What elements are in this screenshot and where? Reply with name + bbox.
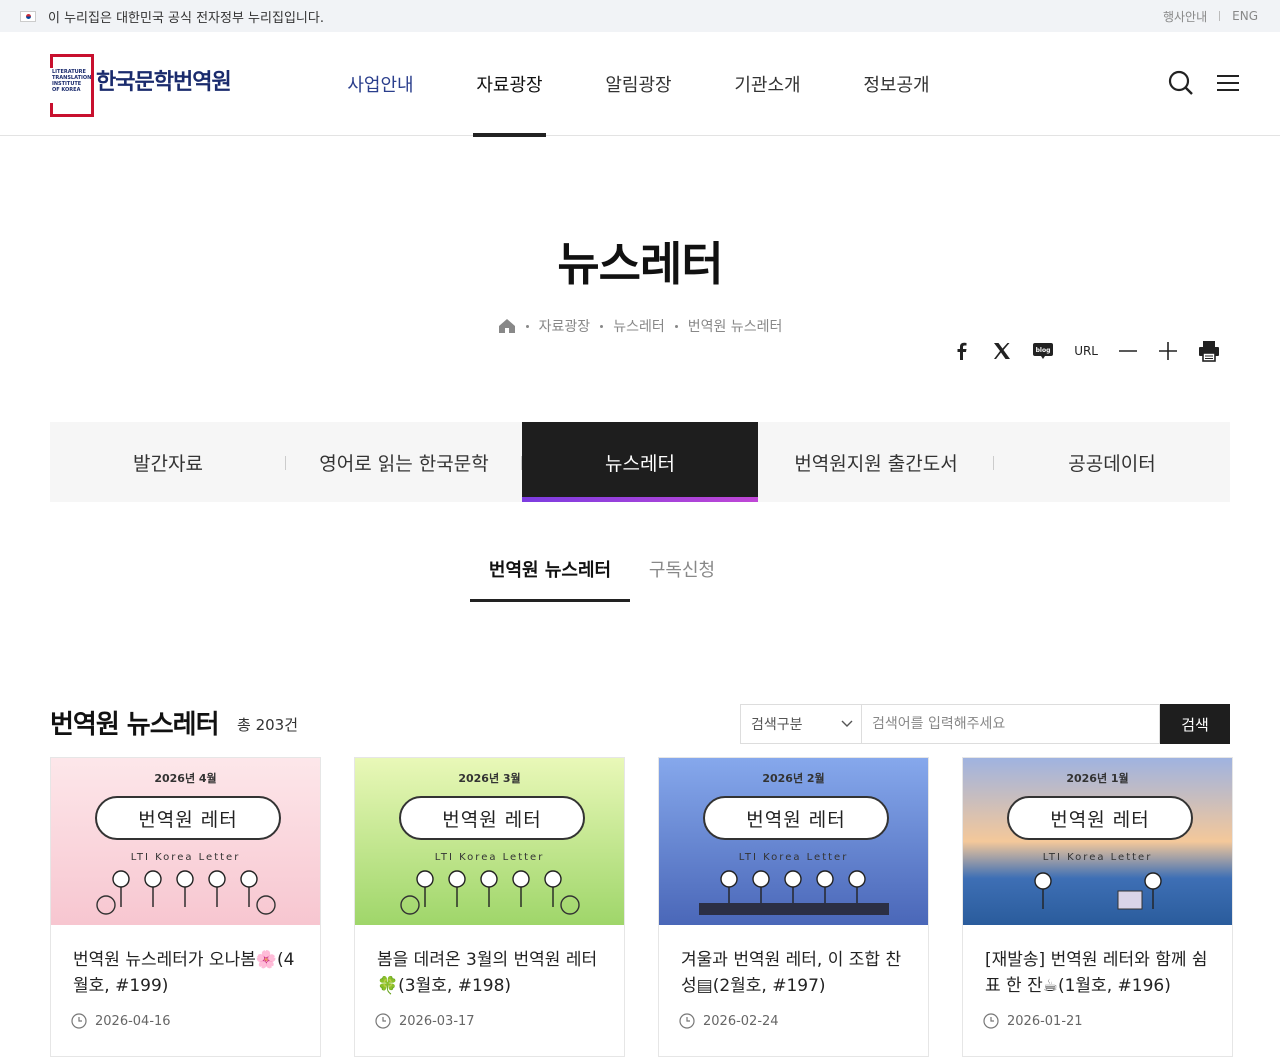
main-nav: 사업안내 자료광장 알림광장 기관소개 정보공개	[316, 32, 961, 137]
share-bar: blog URL	[952, 340, 1220, 362]
tab-korean-literature-in-english[interactable]: 영어로 읽는 한국문학	[286, 422, 522, 502]
chevron-down-icon	[841, 720, 853, 727]
thumbnail-banner: 번역원 레터	[95, 796, 281, 840]
site-logo[interactable]: LITERATURE TRANSLATION INSTITUTE OF KORE…	[50, 54, 232, 117]
thumbnail-month: 2026년 2월	[762, 772, 825, 785]
tab-public-data[interactable]: 공공데이터	[994, 422, 1230, 502]
search-type-value: 검색구분	[751, 717, 803, 733]
stick-figures-illustration	[1034, 872, 1162, 910]
gov-banner: 이 누리집은 대한민국 공식 전자정부 누리집입니다. 행사안내 ENG	[0, 0, 1280, 32]
thumbnail-banner: 번역원 레터	[399, 796, 585, 840]
breadcrumb-sep	[600, 324, 604, 328]
eng-link[interactable]: ENG	[1232, 9, 1258, 23]
list-header: 번역원 뉴스레터 총 203건 검색구분 검색	[50, 700, 1230, 746]
stick-figures-illustration	[699, 870, 889, 915]
newsletter-card[interactable]: 2026년 2월 번역원 레터 LTI Korea Letter 겨울과 번역원…	[658, 757, 929, 1057]
nav-business[interactable]: 사업안내	[316, 32, 445, 136]
zoom-out-icon[interactable]	[1118, 341, 1138, 361]
search-input[interactable]	[862, 704, 1160, 744]
korea-flag-icon	[20, 10, 36, 22]
newsletter-date-row: 2026-02-24	[659, 1013, 928, 1029]
newsletter-date-row: 2026-04-16	[51, 1013, 320, 1029]
newsletter-thumbnail: 2026년 4월 번역원 레터 LTI Korea Letter	[51, 758, 320, 925]
thumbnail-subtitle: LTI Korea Letter	[434, 852, 545, 863]
newsletter-title[interactable]: 번역원 뉴스레터가 오나봄🌸(4월호, #199)	[51, 925, 320, 1013]
tab-newsletter[interactable]: 뉴스레터	[522, 422, 758, 502]
newsletter-title[interactable]: 봄을 데려온 3월의 번역원 레터🍀(3월호, #198)	[355, 925, 624, 1013]
search-type-select[interactable]: 검색구분	[740, 704, 862, 744]
logo-mark: LITERATURE TRANSLATION INSTITUTE OF KORE…	[50, 54, 94, 117]
blog-icon[interactable]: blog	[1032, 341, 1054, 361]
site-header: LITERATURE TRANSLATION INSTITUTE OF KORE…	[0, 32, 1280, 137]
newsletter-date-row: 2026-03-17	[355, 1013, 624, 1029]
nav-about[interactable]: 기관소개	[703, 32, 832, 136]
newsletter-title[interactable]: [재발송] 번역원 레터와 함께 쉼표 한 잔☕(1월호, #196)	[963, 925, 1232, 1013]
page-title: 뉴스레터	[557, 237, 723, 291]
thumbnail-subtitle: LTI Korea Letter	[130, 852, 241, 863]
thumbnail-subtitle: LTI Korea Letter	[738, 852, 849, 863]
tab-published-books[interactable]: 번역원지원 출간도서	[758, 422, 994, 502]
breadcrumb: 자료광장 뉴스레터 번역원 뉴스레터	[0, 316, 1280, 336]
search-form: 검색구분 검색	[740, 704, 1230, 744]
thumbnail-banner: 번역원 레터	[1007, 796, 1193, 840]
thumbnail-month: 2026년 1월	[1066, 772, 1129, 785]
url-copy-button[interactable]: URL	[1074, 344, 1098, 358]
thumbnail-month: 2026년 4월	[154, 772, 217, 785]
breadcrumb-item[interactable]: 뉴스레터	[613, 316, 665, 336]
tab-publications[interactable]: 발간자료	[50, 422, 286, 502]
home-icon[interactable]	[498, 318, 516, 334]
list-title: 번역원 뉴스레터	[50, 710, 219, 740]
menu-icon[interactable]	[1216, 73, 1240, 93]
clock-icon	[983, 1013, 999, 1029]
subtab-subscribe[interactable]: 구독신청	[630, 536, 734, 602]
nav-notices[interactable]: 알림광장	[574, 32, 703, 136]
logo-text: 한국문학번역원	[96, 70, 232, 95]
divider	[1219, 11, 1221, 21]
x-twitter-icon[interactable]	[992, 341, 1012, 361]
newsletter-thumbnail: 2026년 2월 번역원 레터 LTI Korea Letter	[659, 758, 928, 925]
thumbnail-banner: 번역원 레터	[703, 796, 889, 840]
newsletter-list: 2026년 4월 번역원 레터 LTI Korea Letter 번역원 뉴스레…	[50, 757, 1233, 1057]
breadcrumb-sep	[525, 324, 529, 328]
facebook-icon[interactable]	[952, 341, 972, 361]
breadcrumb-item[interactable]: 자료광장	[539, 316, 591, 336]
subtab-lti-newsletter[interactable]: 번역원 뉴스레터	[470, 536, 630, 602]
newsletter-date: 2026-03-17	[399, 1013, 475, 1029]
breadcrumb-sep	[674, 324, 678, 328]
newsletter-date: 2026-01-21	[1007, 1013, 1083, 1029]
newsletter-thumbnail: 2026년 3월 번역원 레터 LTI Korea Letter	[355, 758, 624, 925]
section-tabs: 발간자료 영어로 읽는 한국문학 뉴스레터 번역원지원 출간도서 공공데이터	[50, 422, 1230, 502]
print-icon[interactable]	[1198, 340, 1220, 362]
sub-tabs: 번역원 뉴스레터 구독신청	[0, 536, 1280, 602]
svg-text:blog: blog	[1036, 347, 1051, 354]
nav-disclosure[interactable]: 정보공개	[832, 32, 961, 136]
newsletter-date-row: 2026-01-21	[963, 1013, 1232, 1029]
gov-banner-text[interactable]: 이 누리집은 대한민국 공식 전자정부 누리집입니다.	[48, 7, 324, 26]
newsletter-thumbnail: 2026년 1월 번역원 레터 LTI Korea Letter	[963, 758, 1232, 925]
search-icon[interactable]	[1168, 70, 1194, 96]
clock-icon	[679, 1013, 695, 1029]
newsletter-date: 2026-04-16	[95, 1013, 171, 1029]
stick-figures-illustration	[96, 870, 276, 915]
newsletter-date: 2026-02-24	[703, 1013, 779, 1029]
newsletter-card[interactable]: 2026년 3월 번역원 레터 LTI Korea Letter 봄을 데려온 …	[354, 757, 625, 1057]
newsletter-card[interactable]: 2026년 4월 번역원 레터 LTI Korea Letter 번역원 뉴스레…	[50, 757, 321, 1057]
nav-resources[interactable]: 자료광장	[445, 32, 574, 137]
newsletter-title[interactable]: 겨울과 번역원 레터, 이 조합 찬성▤(2월호, #197)	[659, 925, 928, 1013]
newsletter-card[interactable]: 2026년 1월 번역원 레터 LTI Korea Letter [재발송] 번…	[962, 757, 1233, 1057]
total-count: 총 203건	[237, 716, 298, 734]
clock-icon	[71, 1013, 87, 1029]
thumbnail-subtitle: LTI Korea Letter	[1042, 852, 1153, 863]
search-button[interactable]: 검색	[1160, 704, 1230, 744]
event-link[interactable]: 행사안내	[1163, 8, 1207, 25]
zoom-in-icon[interactable]	[1158, 341, 1178, 361]
clock-icon	[375, 1013, 391, 1029]
breadcrumb-item[interactable]: 번역원 뉴스레터	[688, 316, 783, 336]
stick-figures-illustration	[400, 870, 580, 915]
thumbnail-month: 2026년 3월	[458, 772, 521, 785]
logo-mark-text: LITERATURE TRANSLATION INSTITUTE OF KORE…	[52, 69, 92, 93]
